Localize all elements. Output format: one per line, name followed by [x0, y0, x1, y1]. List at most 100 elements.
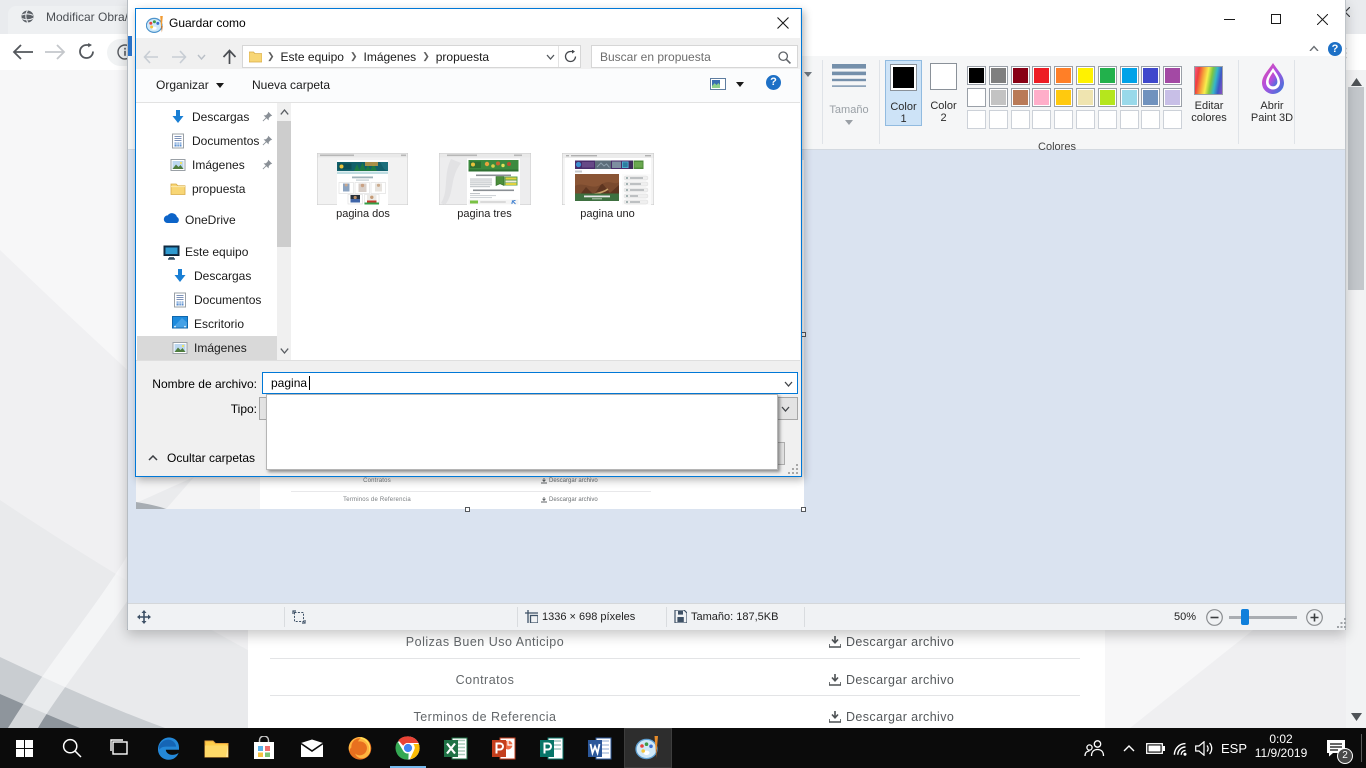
canvas-resize-handle-bottom[interactable]	[465, 507, 470, 512]
zoom-in-icon[interactable]	[1306, 609, 1323, 626]
palette-color-swatch[interactable]	[1054, 66, 1073, 85]
palette-color-swatch[interactable]	[967, 66, 986, 85]
zoom-slider-thumb[interactable]	[1241, 609, 1249, 625]
size-button[interactable]: Tamaño	[825, 58, 873, 144]
open-paint3d-button[interactable]: AbrirPaint 3D	[1244, 60, 1300, 126]
download-link[interactable]: Descargar archivo	[829, 630, 954, 654]
new-folder-button[interactable]: Nueva carpeta	[252, 69, 330, 101]
organize-button[interactable]: Organizar	[156, 69, 224, 101]
help-button[interactable]: ?	[766, 75, 781, 90]
palette-color-swatch[interactable]	[989, 88, 1008, 107]
palette-empty-slot[interactable]	[1120, 110, 1139, 129]
taskbar-word-button[interactable]	[576, 728, 624, 768]
nav-up-button[interactable]	[216, 45, 242, 68]
zoom-out-icon[interactable]	[1206, 609, 1223, 626]
tray-volume-button[interactable]	[1190, 728, 1218, 768]
palette-empty-slot[interactable]	[989, 110, 1008, 129]
forward-icon[interactable]	[44, 44, 66, 60]
taskbar-chrome-button[interactable]	[384, 728, 432, 768]
palette-color-swatch[interactable]	[1076, 66, 1095, 85]
task-view-button[interactable]	[96, 728, 144, 768]
refresh-icon[interactable]	[564, 50, 577, 63]
palette-color-swatch[interactable]	[1120, 88, 1139, 107]
palette-empty-slot[interactable]	[1011, 110, 1030, 129]
taskbar-powerpoint-button[interactable]	[480, 728, 528, 768]
taskbar-explorer-button[interactable]	[192, 728, 240, 768]
palette-color-swatch[interactable]	[1011, 88, 1030, 107]
color1-button[interactable]: Color1	[885, 60, 922, 126]
palette-empty-slot[interactable]	[1163, 110, 1182, 129]
window-resize-grip[interactable]	[1337, 618, 1347, 628]
search-box[interactable]: Buscar en propuesta	[591, 45, 798, 68]
paint-maximize-button[interactable]	[1253, 4, 1299, 34]
view-mode-button[interactable]	[710, 78, 744, 90]
paint-close-button[interactable]	[1299, 4, 1345, 34]
download-link[interactable]: Descargar archivo	[829, 668, 954, 692]
show-desktop-divider[interactable]	[1361, 734, 1362, 762]
palette-color-swatch[interactable]	[1141, 88, 1160, 107]
brushes-dropdown-icon[interactable]	[804, 72, 812, 77]
address-dropdown-icon[interactable]	[546, 54, 555, 60]
dialog-resize-grip[interactable]	[788, 464, 799, 475]
palette-empty-slot[interactable]	[1032, 110, 1051, 129]
taskbar-paint-button[interactable]	[624, 728, 672, 768]
palette-color-swatch[interactable]	[1032, 66, 1051, 85]
palette-empty-slot[interactable]	[1076, 110, 1095, 129]
taskbar-search-button[interactable]	[48, 728, 96, 768]
scrollbar-thumb[interactable]	[277, 121, 291, 247]
palette-color-swatch[interactable]	[1163, 88, 1182, 107]
palette-empty-slot[interactable]	[1054, 110, 1073, 129]
palette-color-swatch[interactable]	[1120, 66, 1139, 85]
address-breadcrumb-bar[interactable]: ❯ Este equipo ❯ Imágenes ❯ propuesta	[242, 45, 581, 68]
taskbar-edge-button[interactable]	[144, 728, 192, 768]
palette-color-swatch[interactable]	[1011, 66, 1030, 85]
breadcrumb-item-pictures[interactable]: Imágenes	[359, 50, 420, 64]
breadcrumb-item-computer[interactable]: Este equipo	[277, 50, 348, 64]
dialog-close-button[interactable]	[765, 9, 801, 37]
tray-hidden-icons-button[interactable]	[1117, 728, 1141, 768]
zoom-slider-track[interactable]	[1229, 616, 1297, 619]
filename-dropdown-icon[interactable]	[784, 381, 793, 387]
filename-autocomplete-dropdown[interactable]	[266, 394, 778, 470]
palette-color-swatch[interactable]	[1098, 66, 1117, 85]
taskbar-excel-button[interactable]	[432, 728, 480, 768]
palette-color-swatch[interactable]	[967, 88, 986, 107]
palette-color-swatch[interactable]	[1076, 88, 1095, 107]
nav-back-button[interactable]	[140, 45, 162, 68]
page-scrollbar[interactable]	[1346, 70, 1366, 728]
tray-language-button[interactable]: ESP	[1218, 728, 1250, 768]
tray-clock-button[interactable]: 0:02 11/9/2019	[1250, 728, 1312, 768]
edit-colors-button[interactable]: Editarcolores	[1184, 60, 1234, 126]
file-thumbnail[interactable]	[317, 153, 408, 205]
breadcrumb-item-propuesta[interactable]: propuesta	[432, 50, 493, 64]
paint-help-button[interactable]: ?	[1328, 42, 1342, 56]
download-link[interactable]: Descargar archivo	[829, 705, 954, 728]
start-button[interactable]	[0, 728, 48, 768]
color2-button[interactable]: Color2	[926, 60, 963, 126]
palette-empty-slot[interactable]	[967, 110, 986, 129]
taskbar-mail-button[interactable]	[288, 728, 336, 768]
taskbar-firefox-button[interactable]	[336, 728, 384, 768]
filename-input[interactable]: pagina	[262, 372, 798, 394]
palette-color-swatch[interactable]	[1163, 66, 1182, 85]
tray-people-button[interactable]	[1076, 728, 1114, 768]
palette-color-swatch[interactable]	[1032, 88, 1051, 107]
tray-wifi-button[interactable]	[1166, 728, 1192, 768]
taskbar-publisher-button[interactable]	[528, 728, 576, 768]
nav-history-button[interactable]	[194, 45, 208, 68]
scrollbar-thumb[interactable]	[1348, 87, 1364, 290]
action-center-button[interactable]: 2	[1318, 728, 1356, 768]
back-icon[interactable]	[12, 44, 34, 60]
palette-color-swatch[interactable]	[1098, 88, 1117, 107]
ribbon-collapse-icon[interactable]	[1309, 45, 1319, 51]
palette-empty-slot[interactable]	[1141, 110, 1160, 129]
paint-minimize-button[interactable]	[1206, 4, 1252, 34]
palette-empty-slot[interactable]	[1098, 110, 1117, 129]
canvas-resize-handle-corner[interactable]	[801, 507, 806, 512]
file-thumbnail[interactable]	[562, 153, 653, 205]
palette-color-swatch[interactable]	[989, 66, 1008, 85]
reload-icon[interactable]	[78, 43, 95, 60]
tray-battery-button[interactable]	[1142, 728, 1168, 768]
nav-forward-button[interactable]	[168, 45, 190, 68]
sidebar-scrollbar[interactable]	[277, 103, 291, 360]
